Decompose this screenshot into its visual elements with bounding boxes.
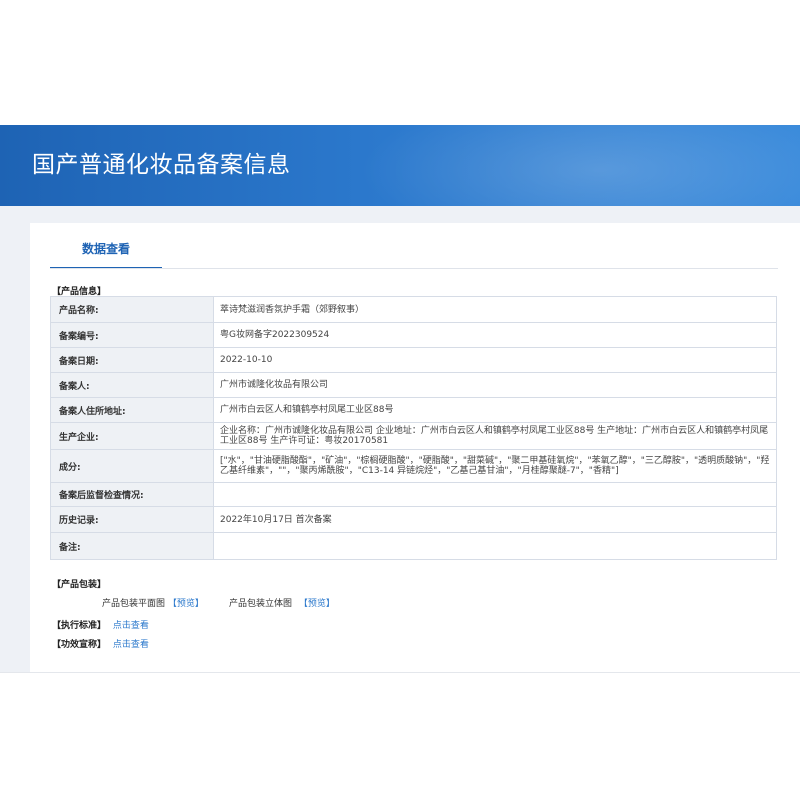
packaging-solid-preview-link[interactable]: 【预览】: [299, 599, 335, 609]
footer-divider: [0, 672, 800, 673]
info-table-row: 生产企业: 企业名称：广州市诚隆化妆品有限公司 企业地址：广州市白云区人和镇鹤亭村…: [50, 422, 777, 450]
info-field-label: 备案日期:: [50, 347, 214, 373]
info-field-value: 2022年10月17日 首次备案: [213, 506, 777, 533]
info-field-value: [213, 482, 777, 507]
efficacy-view-link[interactable]: 点击查看: [113, 640, 149, 650]
info-table-row: 备案日期: 2022-10-10: [50, 347, 777, 373]
info-table-row: 备案后监督检查情况:: [50, 482, 777, 507]
info-field-label: 备案人住所地址:: [50, 397, 214, 423]
info-field-label: 成分:: [50, 449, 214, 483]
standard-view-link[interactable]: 点击查看: [113, 621, 149, 631]
info-field-label: 生产企业:: [50, 422, 214, 450]
packaging-flat-label: 产品包装平面图: [102, 599, 166, 609]
standard-row: 【执行标准】 点击查看: [52, 618, 149, 631]
info-table-row: 备注:: [50, 532, 777, 560]
banner-glow: [340, 125, 800, 206]
efficacy-label: 【功效宣称】: [52, 640, 107, 650]
info-table-row: 成分: ["水"，"甘油硬脂酸酯"，"矿油"，"棕榈硬脂酸"，"硬脂酸"，"甜菜碱…: [50, 449, 777, 483]
info-field-label: 备注:: [50, 532, 214, 560]
info-table-row: 备案人: 广州市诚隆化妆品有限公司: [50, 372, 777, 398]
packaging-flat-preview-link[interactable]: 【预览】: [168, 599, 204, 609]
info-field-value: 2022-10-10: [213, 347, 777, 373]
page-title: 国产普通化妆品备案信息: [32, 152, 291, 178]
info-table-row: 历史记录: 2022年10月17日 首次备案: [50, 506, 777, 533]
info-field-value: 萃诗梵滋润香氛护手霜（郊野叙事）: [213, 296, 777, 323]
packaging-section-title: 【产品包装】: [52, 580, 107, 590]
info-field-label: 历史记录:: [50, 506, 214, 533]
product-info-table: 产品名称: 萃诗梵滋润香氛护手霜（郊野叙事） 备案编号: 粤G妆网备字20223095…: [50, 296, 777, 560]
info-table-row: 备案人住所地址: 广州市白云区人和镇鹤亭村凤尾工业区88号: [50, 397, 777, 423]
packaging-flat-row: 产品包装平面图 【预览】: [102, 596, 204, 609]
info-table-row: 备案编号: 粤G妆网备字2022309524: [50, 322, 777, 348]
header-banner: 国产普通化妆品备案信息: [0, 125, 800, 206]
info-field-value: ["水"，"甘油硬脂酸酯"，"矿油"，"棕榈硬脂酸"，"硬脂酸"，"甜菜碱"，"…: [213, 449, 777, 483]
info-field-value: [213, 532, 777, 560]
efficacy-row: 【功效宣称】 点击查看: [52, 637, 149, 650]
info-field-label: 备案后监督检查情况:: [50, 482, 214, 507]
info-field-label: 备案编号:: [50, 322, 214, 348]
info-field-value: 企业名称：广州市诚隆化妆品有限公司 企业地址：广州市白云区人和镇鹤亭村凤尾工业区…: [213, 422, 777, 450]
info-field-label: 产品名称:: [50, 296, 214, 323]
tab-data-view[interactable]: 数据查看: [50, 240, 162, 269]
info-field-value: 广州市诚隆化妆品有限公司: [213, 372, 777, 398]
packaging-solid-row: 产品包装立体图 【预览】: [229, 596, 335, 609]
standard-label: 【执行标准】: [52, 621, 107, 631]
info-field-value: 广州市白云区人和镇鹤亭村凤尾工业区88号: [213, 397, 777, 423]
info-table-row: 产品名称: 萃诗梵滋润香氛护手霜（郊野叙事）: [50, 296, 777, 323]
info-field-label: 备案人:: [50, 372, 214, 398]
info-field-value: 粤G妆网备字2022309524: [213, 322, 777, 348]
tab-divider: [50, 268, 778, 269]
packaging-solid-label: 产品包装立体图: [229, 599, 293, 609]
content-card: 数据查看 【产品信息】 产品名称: 萃诗梵滋润香氛护手霜（郊野叙事） 备案编号: 粤G…: [30, 223, 800, 672]
